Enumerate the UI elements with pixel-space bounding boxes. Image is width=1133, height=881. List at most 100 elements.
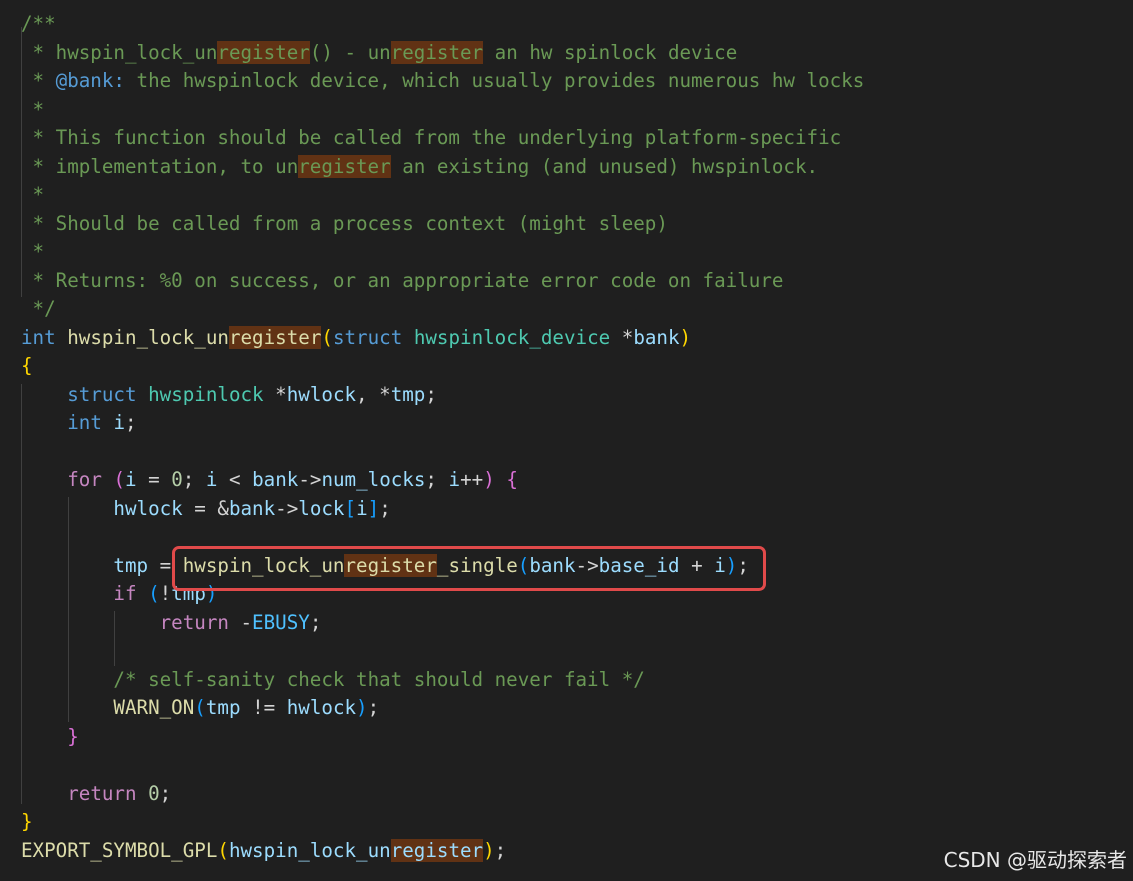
code-token: * implementation, to un: [21, 154, 299, 178]
code-token: ): [679, 325, 692, 349]
code-line[interactable]: /* self-sanity check that should never f…: [21, 666, 645, 695]
code-token: /**: [21, 12, 56, 35]
code-token: 0: [171, 468, 183, 491]
code-token: (: [194, 696, 206, 719]
code-token: lock: [298, 496, 345, 520]
code-line[interactable]: *: [21, 96, 45, 125]
code-token: * This function should be called from th…: [21, 126, 842, 149]
code-token: = &: [182, 496, 229, 520]
code-token: *: [21, 183, 45, 206]
code-token: ->: [298, 468, 322, 491]
code-token: ;: [182, 468, 206, 491]
code-token: =: [136, 468, 172, 491]
code-editor[interactable]: /** * hwspin_lock_unregister() - unregis…: [0, 0, 1133, 881]
code-token: int: [67, 411, 102, 434]
code-line[interactable]: * hwspin_lock_unregister() - unregister …: [21, 39, 737, 68]
code-token: hwspin_lock_un: [228, 838, 391, 862]
code-token: int: [21, 325, 56, 349]
code-line[interactable]: for (i = 0; i < bank->num_locks; i++) {: [21, 466, 518, 495]
code-line[interactable]: }: [21, 808, 33, 837]
code-token: /* self-sanity check that should never f…: [113, 667, 645, 691]
code-token: ): [356, 696, 368, 719]
code-line[interactable]: * Should be called from a process contex…: [21, 210, 668, 239]
code-token: *: [610, 325, 634, 349]
code-token: struct: [67, 382, 137, 406]
code-line[interactable]: int hwspin_lock_unregister(struct hwspin…: [21, 324, 691, 353]
code-token: !=: [240, 696, 287, 719]
code-token: tmp: [205, 696, 241, 719]
code-token: the hwspinlock device, which usually pro…: [124, 69, 865, 92]
code-token: }: [21, 810, 33, 833]
code-token: return: [159, 610, 229, 634]
code-token: ): [483, 838, 495, 862]
code-line[interactable]: *: [21, 181, 45, 210]
code-line[interactable]: hwlock = &bank->lock[i];: [21, 495, 390, 524]
code-token: [: [344, 496, 357, 520]
code-token: hwspinlock: [148, 382, 264, 406]
code-token: if: [113, 582, 137, 605]
code-line[interactable]: *: [21, 238, 45, 267]
code-token: for: [67, 468, 102, 491]
code-token: @bank:: [55, 69, 125, 92]
code-token: tmp: [390, 382, 426, 406]
code-token: i: [125, 468, 137, 491]
code-token: , *: [356, 382, 391, 406]
code-token: ]: [367, 496, 380, 520]
code-line[interactable]: /**: [21, 10, 56, 39]
code-line[interactable]: {: [21, 352, 33, 381]
code-token: hwspinlock_device: [413, 325, 611, 349]
code-token: !: [159, 582, 172, 605]
annotation-highlight-box: [172, 546, 766, 591]
code-line[interactable]: struct hwspinlock *hwlock, *tmp;: [21, 381, 437, 410]
code-token: */: [21, 297, 56, 320]
code-token: (: [217, 838, 229, 862]
code-token: -: [228, 610, 253, 634]
code-line[interactable]: * Returns: %0 on success, or an appropri…: [21, 267, 784, 296]
code-line[interactable]: return -EBUSY;: [21, 609, 322, 638]
code-line[interactable]: int i;: [21, 409, 136, 438]
code-line[interactable]: * implementation, to unregister an exist…: [21, 153, 818, 182]
code-token: hwlock: [113, 496, 183, 520]
search-match-token: register: [217, 40, 310, 64]
code-token: ->: [275, 496, 299, 520]
code-token: 0: [148, 781, 160, 805]
code-token: }: [67, 724, 79, 748]
code-line[interactable]: * @bank: the hwspinlock device, which us…: [21, 67, 865, 96]
code-token: *: [21, 69, 56, 92]
code-line[interactable]: EXPORT_SYMBOL_GPL(hwspin_lock_unregister…: [21, 837, 506, 866]
code-token: hwlock: [286, 696, 357, 719]
code-token: ;: [309, 610, 322, 634]
code-token: * Returns: %0 on success, or an appropri…: [21, 268, 784, 292]
code-line[interactable]: * This function should be called from th…: [21, 124, 842, 153]
code-token: () - un: [309, 40, 391, 64]
code-token: * Should be called from a process contex…: [21, 211, 668, 235]
watermark: CSDN @驱动探索者: [943, 848, 1127, 872]
code-token: ;: [159, 781, 172, 805]
code-token: num_locks: [321, 468, 426, 491]
code-token: bank: [633, 325, 680, 349]
code-token: <: [217, 468, 253, 491]
code-token: hwspin_lock_un: [67, 325, 229, 349]
code-token: ++: [460, 468, 484, 491]
code-token: tmp: [113, 553, 149, 577]
code-line[interactable]: WARN_ON(tmp != hwlock);: [21, 694, 379, 723]
code-token: i: [113, 411, 125, 434]
code-line[interactable]: return 0;: [21, 780, 171, 809]
code-line[interactable]: */: [21, 295, 56, 324]
code-token: (: [113, 468, 125, 491]
code-line[interactable]: }: [21, 723, 79, 752]
code-token: i: [448, 468, 461, 491]
code-token: ;: [425, 468, 449, 491]
